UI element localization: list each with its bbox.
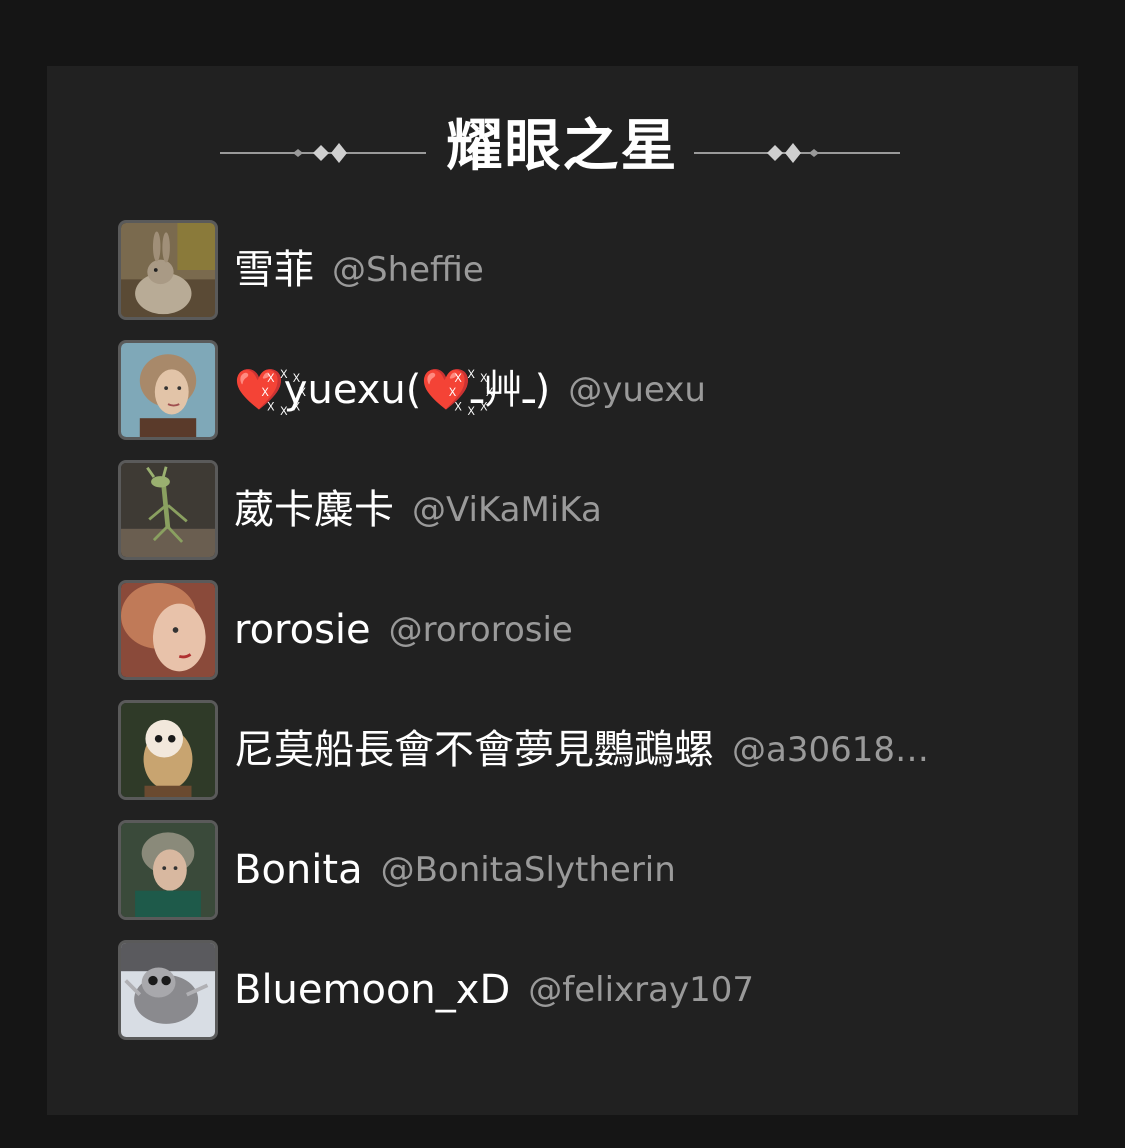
owl-avatar[interactable] [118,700,218,800]
user-handle: @felixray107 [528,970,754,1010]
page-title: 耀眼之星 [446,114,679,179]
woman-portrait-avatar[interactable] [118,340,218,440]
user-list: 雪菲 @Sheffie ❤️꙰yuexu(❤️꙰ـ艸ـ) @yuexu 葳卡麋卡… [118,220,1038,1060]
display-name: Bluemoon_xD [234,967,511,1013]
display-name: ❤️꙰yuexu(❤️꙰ـ艸ـ) [234,367,551,413]
list-item[interactable]: 雪菲 @Sheffie [118,220,1038,340]
display-name: rorosie [234,607,371,653]
list-item[interactable]: Bonita @BonitaSlytherin [118,820,1038,940]
display-name: 尼莫船長會不會夢見鸚鵡螺 [234,727,714,773]
user-handle: @BonitaSlytherin [380,850,676,890]
display-name: 葳卡麋卡 [234,487,394,533]
user-handle: @a30618… [732,730,929,770]
user-handle: @ViKaMiKa [412,490,602,530]
list-item[interactable]: 尼莫船長會不會夢見鸚鵡螺 @a30618… [118,700,1038,820]
user-handle: @Sheffie [332,250,484,290]
user-handle: @rororosie [388,610,573,650]
rabbit-avatar[interactable] [118,220,218,320]
list-item[interactable]: Bluemoon_xD @felixray107 [118,940,1038,1060]
list-item[interactable]: 葳卡麋卡 @ViKaMiKa [118,460,1038,580]
display-name: 雪菲 [234,247,314,293]
list-item[interactable]: rorosie @rororosie [118,580,1038,700]
grey-creature-avatar[interactable] [118,940,218,1040]
red-hair-woman-avatar[interactable] [118,580,218,680]
list-item[interactable]: ❤️꙰yuexu(❤️꙰ـ艸ـ) @yuexu [118,340,1038,460]
bowtruckle-avatar[interactable] [118,460,218,560]
professor-avatar[interactable] [118,820,218,920]
display-name: Bonita [234,847,363,893]
user-handle: @yuexu [568,370,706,410]
